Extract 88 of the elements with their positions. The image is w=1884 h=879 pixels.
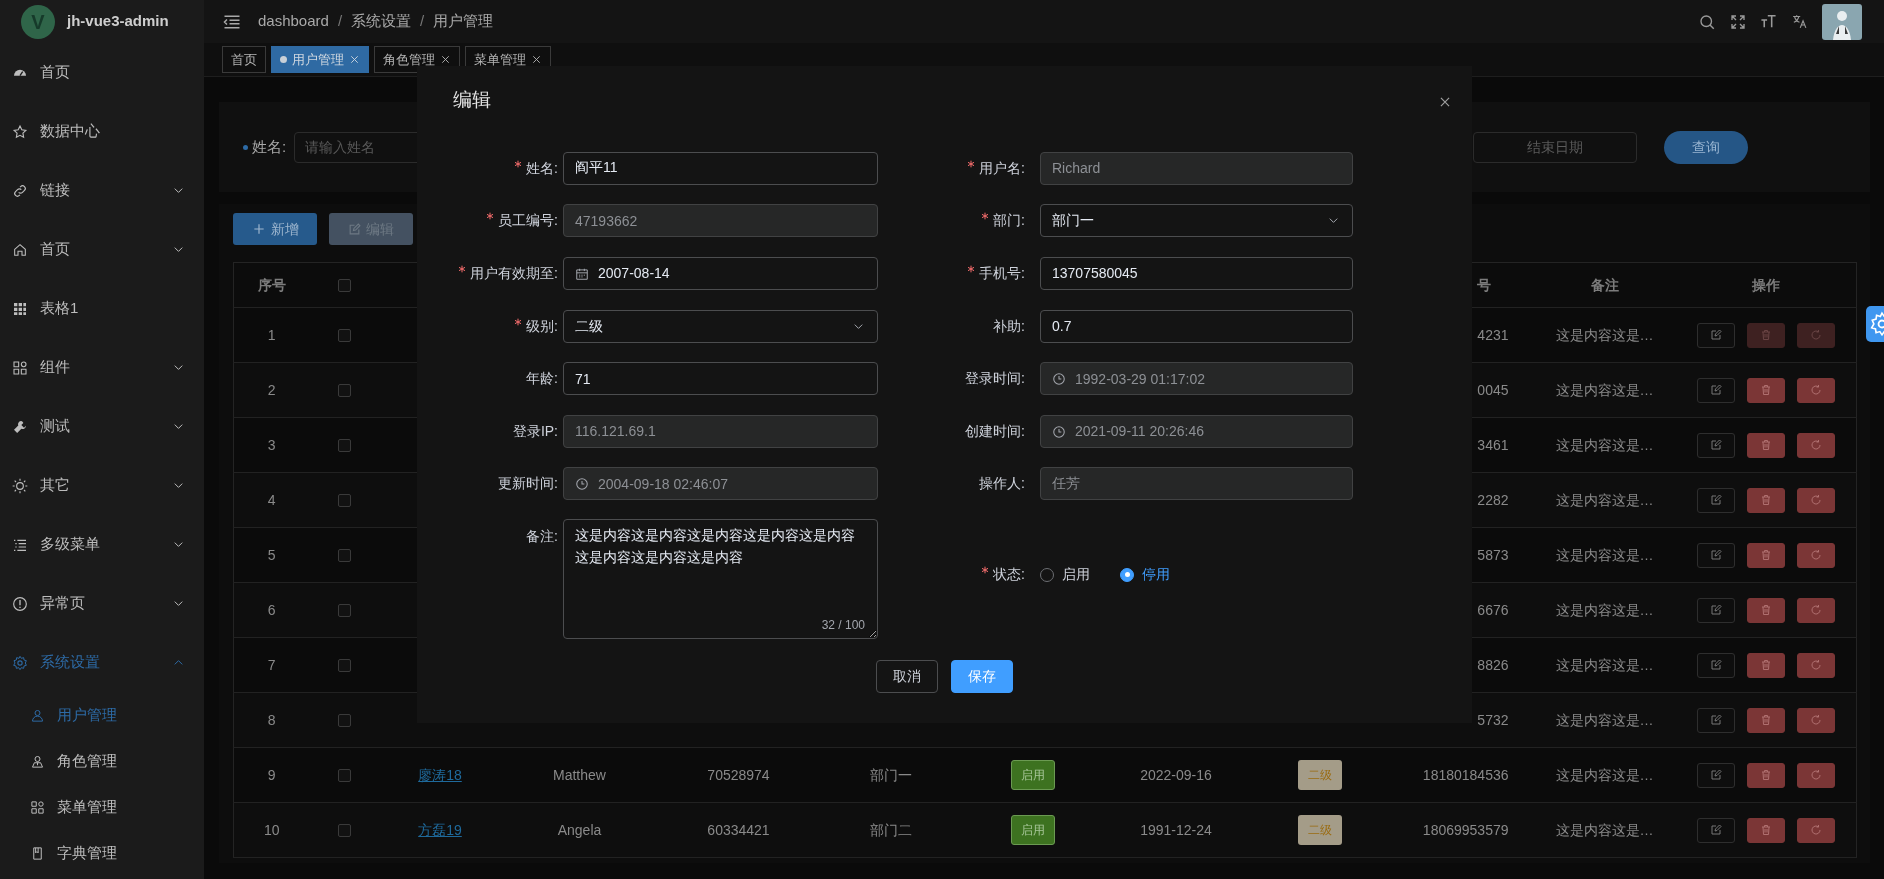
table-cell: 0045 [1477, 381, 1509, 398]
dialog-title: 编辑 [453, 88, 491, 112]
table-cell: 这是内容这是… [1555, 711, 1654, 728]
row-number: 5 [267, 546, 276, 563]
field-label: 补助: [993, 317, 1025, 334]
sidebar-label: 菜单管理 [57, 796, 117, 817]
field-label: 年龄: [526, 370, 558, 387]
tab-label: 菜单管理 [474, 50, 526, 69]
table-cell: 这是内容这是… [1555, 656, 1654, 673]
table-cell: 这是内容这是… [1555, 546, 1654, 563]
row-number: 8 [267, 711, 276, 728]
sidebar-label: 多级菜单 [40, 534, 101, 555]
breadcrumb-separator: / [420, 11, 425, 32]
status-tag: 启用 [1010, 815, 1055, 845]
field-label: 用户名: [979, 159, 1025, 176]
table-cell: 这是内容这是… [1555, 766, 1654, 783]
table-cell: 4231 [1477, 326, 1509, 343]
level-tag: 二级 [1298, 760, 1342, 790]
column-header: 备注 [1590, 276, 1619, 293]
table-cell: 5873 [1477, 546, 1509, 563]
tab-label: 用户管理 [292, 50, 344, 69]
row-number: 6 [267, 601, 276, 618]
sidebar-label: 首页 [40, 62, 71, 83]
column-header: 序号 [257, 276, 286, 293]
row-number: 10 [263, 821, 280, 838]
field-label: 状态: [993, 566, 1025, 583]
field-label: 员工编号: [498, 212, 558, 229]
field-label: 姓名: [243, 135, 287, 159]
tab-label: 角色管理 [383, 50, 435, 69]
row-number: 7 [267, 656, 276, 673]
sidebar-label: 异常页 [40, 593, 86, 614]
table-cell: 这是内容这是… [1555, 436, 1654, 453]
table-cell: 这是内容这是… [1555, 326, 1654, 343]
field-label: 姓名: [526, 159, 558, 176]
sidebar-label: 其它 [40, 475, 71, 496]
radio-label: 启用 [1062, 565, 1090, 585]
table-cell: 2022-09-16 [1140, 766, 1212, 783]
breadcrumb-separator: / [337, 11, 343, 32]
sidebar-label: 链接 [40, 180, 71, 201]
field-label: 操作人: [979, 475, 1025, 492]
row-number: 3 [267, 436, 276, 453]
radio-label: 停用 [1142, 565, 1170, 585]
table-cell: 3461 [1477, 436, 1509, 453]
status-tag: 启用 [1010, 760, 1055, 790]
table-cell: 2282 [1477, 491, 1509, 508]
table-cell: 这是内容这是… [1555, 601, 1654, 618]
field-label: 更新时间: [498, 475, 558, 492]
app-name: jh-vue3-admin [67, 11, 169, 32]
sidebar-label: 首页 [40, 239, 71, 260]
table-cell: 这是内容这是… [1555, 381, 1654, 398]
column-header: 号 [1476, 276, 1491, 293]
row-number: 2 [267, 381, 276, 398]
sidebar-label: 系统设置 [40, 652, 101, 673]
table-cell: 8826 [1477, 656, 1509, 673]
sidebar-label: 字典管理 [57, 842, 117, 863]
row-number: 1 [267, 326, 276, 343]
field-label: 备注: [526, 528, 558, 545]
tab-label: 首页 [231, 50, 257, 69]
row-number: 9 [267, 766, 276, 783]
field-label: 创建时间: [965, 422, 1025, 439]
table-cell: 这是内容这是… [1555, 821, 1654, 838]
field-label: 手机号: [979, 265, 1025, 281]
table-cell: 6676 [1477, 601, 1509, 618]
table-cell: Angela [557, 821, 602, 838]
table-cell: 部门二 [870, 821, 912, 838]
field-label: 级别: [526, 317, 558, 334]
table-cell: 这是内容这是… [1555, 491, 1654, 508]
table-cell: Matthew [553, 766, 606, 783]
column-header: 操作 [1752, 276, 1781, 293]
sidebar-label: 数据中心 [40, 121, 101, 142]
sidebar-label: 角色管理 [57, 750, 117, 771]
field-label: 部门: [993, 212, 1025, 229]
sidebar-label: 用户管理 [57, 704, 117, 725]
table-cell: 18069953579 [1422, 821, 1509, 838]
table-cell: 60334421 [707, 821, 770, 838]
field-label: 登录时间: [965, 370, 1025, 387]
field-label: 登录IP: [512, 422, 558, 439]
field-label: 用户有效期至: [470, 265, 558, 281]
table-cell: 1991-12-24 [1140, 821, 1212, 838]
level-tag: 二级 [1298, 815, 1342, 845]
table-cell: 18180184536 [1422, 766, 1509, 783]
row-number: 4 [267, 491, 276, 508]
table-cell: 部门一 [870, 766, 912, 783]
sidebar-label: 测试 [40, 416, 71, 437]
table-cell: 5732 [1477, 711, 1509, 728]
sidebar-label: 组件 [40, 357, 71, 378]
sidebar-label: 表格1 [40, 298, 80, 319]
table-cell: 70528974 [707, 766, 770, 783]
